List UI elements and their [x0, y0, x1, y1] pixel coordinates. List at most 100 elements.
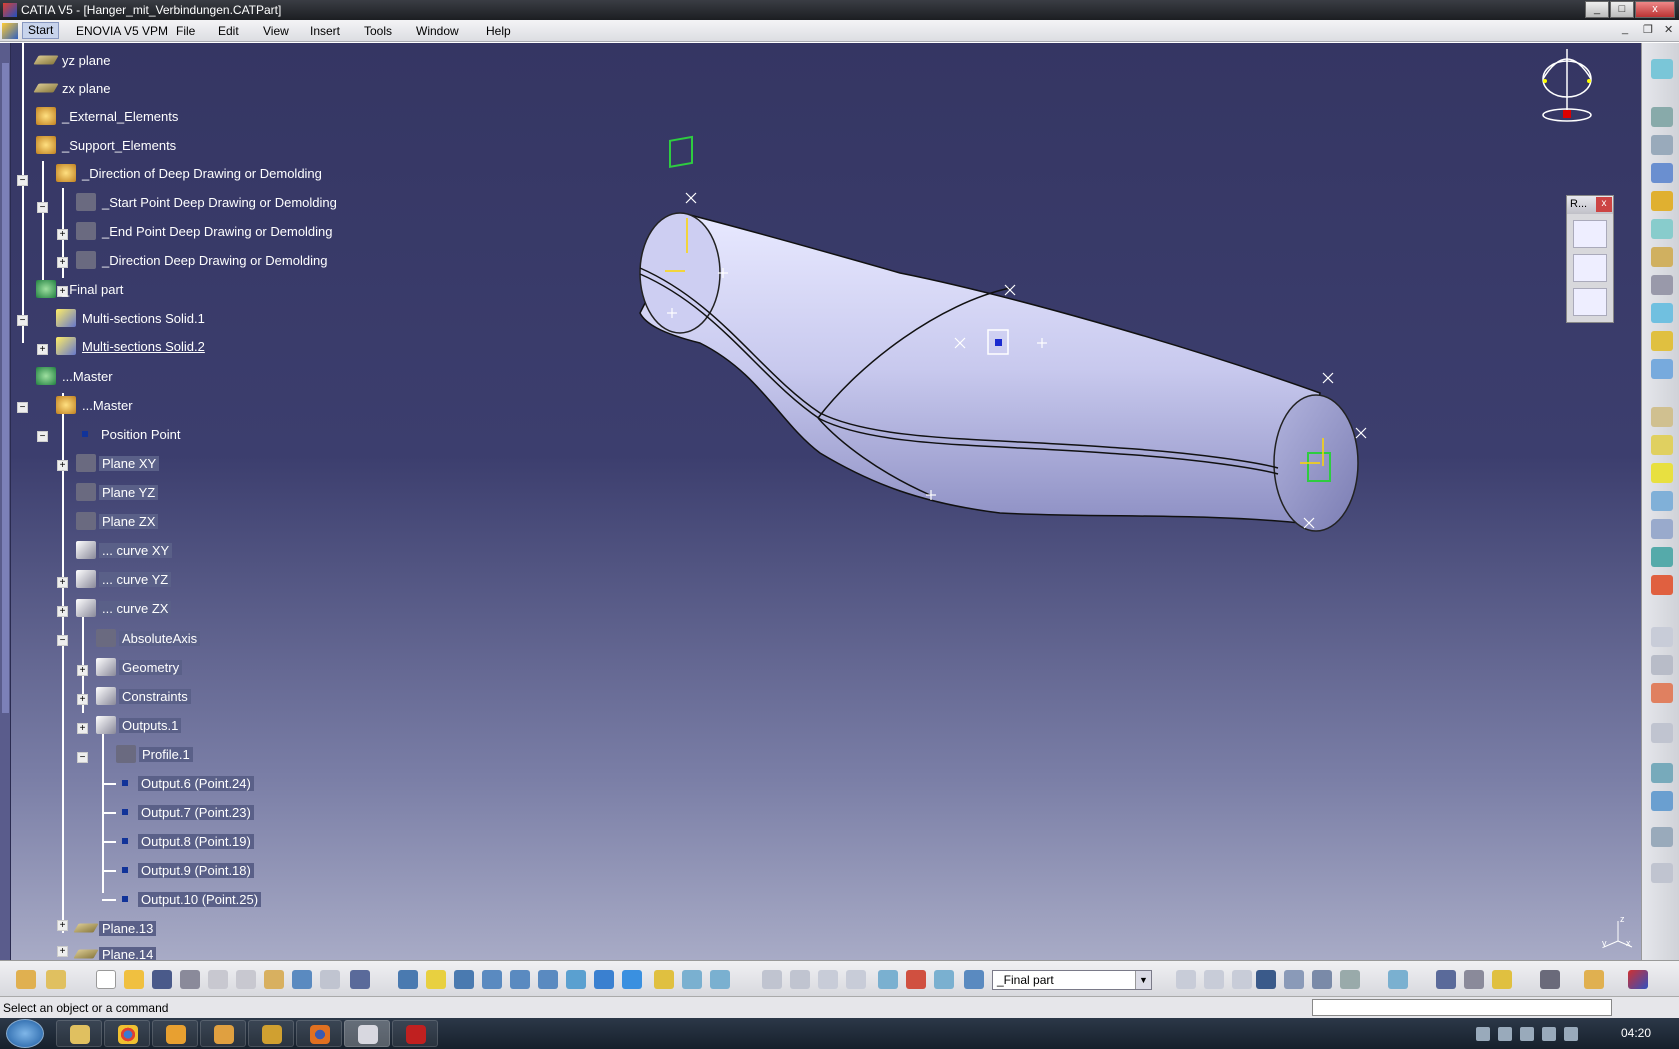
taskbar-chrome[interactable]	[104, 1020, 150, 1047]
start-orb-icon[interactable]	[6, 1019, 44, 1048]
hanger-body[interactable]	[639, 214, 1321, 524]
constraint-icon[interactable]	[1651, 723, 1673, 743]
taskbar-catia[interactable]	[344, 1020, 390, 1047]
measure-item-icon[interactable]	[1464, 970, 1484, 989]
fit-all-icon[interactable]	[426, 970, 446, 989]
list-icon[interactable]	[934, 970, 954, 989]
render-icon[interactable]	[1584, 970, 1604, 989]
pan-icon[interactable]	[454, 970, 474, 989]
compass-icon[interactable]	[1535, 43, 1605, 133]
normal-view-icon[interactable]	[566, 970, 586, 989]
volume-icon[interactable]	[1542, 1027, 1556, 1041]
command-input[interactable]	[1312, 999, 1612, 1016]
define-in-work-object-icon[interactable]	[906, 970, 926, 989]
measure-inertia-icon[interactable]	[1492, 970, 1512, 989]
comment-icon[interactable]	[1204, 970, 1224, 989]
table-icon[interactable]	[1256, 970, 1276, 989]
multi-view-icon[interactable]	[594, 970, 614, 989]
paste-icon[interactable]	[264, 970, 284, 989]
point-tool-button[interactable]	[1573, 220, 1607, 248]
reaction-icon[interactable]	[1340, 970, 1360, 989]
menu-enovia[interactable]: ENOVIA V5 VPM	[76, 24, 168, 38]
rib-icon[interactable]	[1651, 219, 1673, 239]
flag-icon[interactable]	[1476, 1027, 1490, 1041]
print-icon[interactable]	[180, 970, 200, 989]
pocket-icon[interactable]	[1651, 135, 1673, 155]
close-icon[interactable]: x	[1596, 197, 1612, 212]
menu-help[interactable]: Help	[486, 24, 511, 38]
fly-mode-icon[interactable]	[398, 970, 418, 989]
undo-icon[interactable]	[292, 970, 312, 989]
split-icon[interactable]	[1651, 435, 1673, 455]
axis-system-tool-icon[interactable]	[818, 970, 838, 989]
taskbar-app[interactable]	[152, 1020, 198, 1047]
grid-icon[interactable]	[1651, 791, 1673, 811]
3d-viewport[interactable]: yz plane zx plane _External_Elements − _…	[0, 43, 1641, 960]
fx-formula-icon[interactable]	[1176, 970, 1196, 989]
analysis-icon[interactable]	[1651, 683, 1673, 703]
redo-icon[interactable]	[320, 970, 340, 989]
parameter-icon[interactable]	[1284, 970, 1304, 989]
update-icon[interactable]	[762, 970, 782, 989]
antivirus-icon[interactable]	[1564, 1027, 1578, 1041]
split-surface-icon[interactable]	[1651, 463, 1673, 483]
doc-restore-button[interactable]: ❐	[1643, 23, 1653, 36]
help-icon[interactable]	[350, 970, 370, 989]
hide-show-icon[interactable]	[682, 970, 702, 989]
manipulate-icon[interactable]	[790, 970, 810, 989]
pattern-icon[interactable]	[1651, 519, 1673, 539]
taskbar-explorer[interactable]	[56, 1020, 102, 1047]
maximize-button[interactable]: □	[1610, 1, 1634, 18]
floating-toolbar-header[interactable]: R... x	[1567, 196, 1613, 214]
scan-icon[interactable]	[878, 970, 898, 989]
close-button[interactable]: x	[1635, 1, 1675, 18]
part-geometry[interactable]	[0, 43, 1641, 960]
floating-toolbar[interactable]: R... x	[1566, 195, 1614, 323]
zoom-in-icon[interactable]	[510, 970, 530, 989]
menu-start[interactable]: Start	[22, 22, 60, 39]
draft-icon[interactable]	[1651, 359, 1673, 379]
slot-icon[interactable]	[1651, 247, 1673, 267]
taskbar-app[interactable]	[248, 1020, 294, 1047]
text-annotation-icon[interactable]	[1651, 627, 1673, 647]
shaft-icon[interactable]	[1651, 163, 1673, 183]
menu-file[interactable]: File	[176, 24, 195, 38]
measure-icon[interactable]	[1651, 547, 1673, 567]
chevron-down-icon[interactable]: ▼	[1135, 971, 1151, 989]
new-icon[interactable]	[96, 970, 116, 989]
doc-minimize-button[interactable]: _	[1622, 23, 1628, 35]
open-icon[interactable]	[124, 970, 144, 989]
plane-tool-button[interactable]	[1573, 288, 1607, 316]
monitor-icon[interactable]	[1520, 1027, 1534, 1041]
catia-menu-icon[interactable]	[2, 23, 18, 39]
transform-icon[interactable]	[1651, 491, 1673, 511]
camera-icon[interactable]	[1540, 970, 1560, 989]
menu-window[interactable]: Window	[416, 24, 459, 38]
hole-icon[interactable]	[1651, 191, 1673, 211]
part-selector[interactable]: _Final part ▼	[992, 970, 1152, 990]
flag-note-icon[interactable]	[1651, 655, 1673, 675]
taskbar-acrobat[interactable]	[392, 1020, 438, 1047]
pad-icon[interactable]	[1651, 107, 1673, 127]
menu-edit[interactable]: Edit	[218, 24, 239, 38]
save-icon[interactable]	[152, 970, 172, 989]
chamfer-icon[interactable]	[1651, 331, 1673, 351]
menu-tools[interactable]: Tools	[364, 24, 392, 38]
line-tool-button[interactable]	[1573, 254, 1607, 282]
taskbar-app[interactable]	[200, 1020, 246, 1047]
shading-icon[interactable]	[654, 970, 674, 989]
menu-insert[interactable]: Insert	[310, 24, 340, 38]
workbench-icon[interactable]	[16, 970, 36, 989]
rotate-icon[interactable]	[482, 970, 502, 989]
iso-view-icon[interactable]	[622, 970, 642, 989]
clock[interactable]: 04:20	[1621, 1026, 1651, 1040]
minimize-button[interactable]: _	[1585, 1, 1609, 18]
thickness-icon[interactable]	[1651, 407, 1673, 427]
plane-selector-icon[interactable]	[964, 970, 984, 989]
doc-close-button[interactable]: ✕	[1664, 23, 1673, 36]
copy-icon[interactable]	[236, 970, 256, 989]
apply-material-icon[interactable]	[1651, 575, 1673, 595]
assembly-icon[interactable]	[46, 970, 66, 989]
lock-icon[interactable]	[1312, 970, 1332, 989]
knowledge-icon[interactable]	[1651, 863, 1673, 883]
